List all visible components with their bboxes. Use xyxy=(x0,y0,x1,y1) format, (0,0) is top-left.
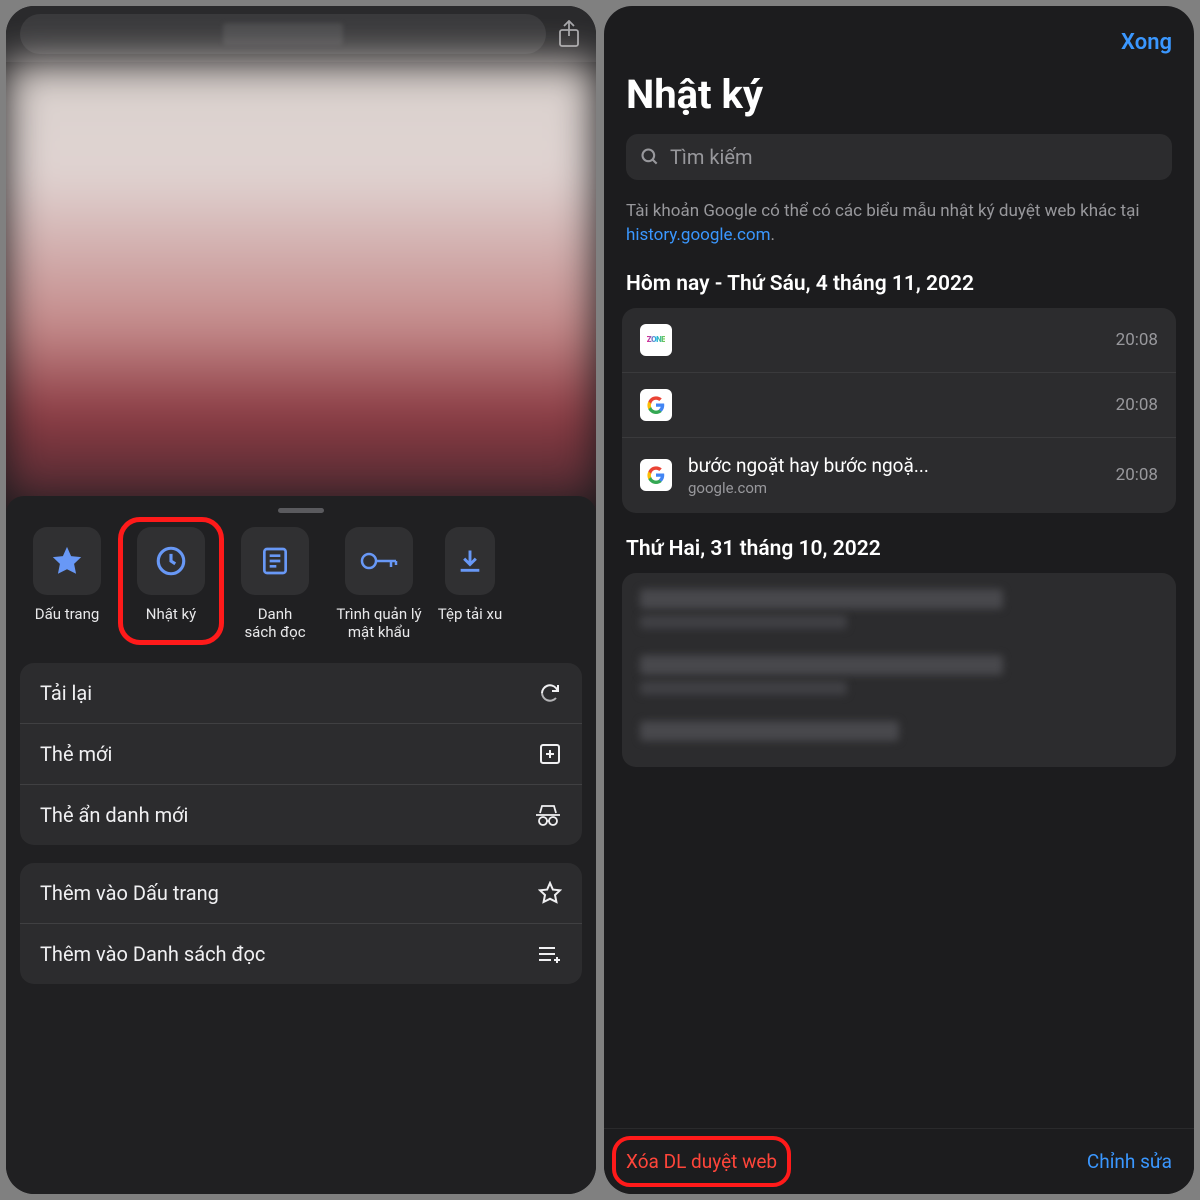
history-row-blurred[interactable] xyxy=(640,721,1158,751)
reload-icon xyxy=(538,681,562,705)
phone-right: Xong Nhật ký Tìm kiếm Tài khoản Google c… xyxy=(604,6,1194,1194)
tile-bookmarks[interactable]: Dấu trang xyxy=(24,527,110,641)
menu-label: Thẻ ẩn danh mới xyxy=(40,803,188,827)
menu-label: Tải lại xyxy=(40,681,92,705)
menu-incognito-tab[interactable]: Thẻ ẩn danh mới xyxy=(20,785,582,845)
address-field[interactable] xyxy=(20,14,546,54)
favicon-zone xyxy=(640,324,672,356)
row-title: bước ngoặt hay bước ngoặ... xyxy=(688,454,1100,477)
tile-password-manager[interactable]: Trình quản lý mật khẩu xyxy=(336,527,422,641)
menu-label: Thêm vào Danh sách đọc xyxy=(40,942,265,966)
menu-add-bookmark[interactable]: Thêm vào Dấu trang xyxy=(20,863,582,924)
bottom-toolbar: Xóa DL duyệt web Chỉnh sửa xyxy=(604,1128,1194,1194)
menu-add-reading-list[interactable]: Thêm vào Danh sách đọc xyxy=(20,924,582,984)
menu-label: Thẻ mới xyxy=(40,742,112,766)
tile-label: Nhật ký xyxy=(146,605,196,623)
info-text: Tài khoản Google có thể có các biểu mẫu … xyxy=(604,200,1194,272)
search-placeholder: Tìm kiếm xyxy=(670,145,753,169)
menu-label: Thêm vào Dấu trang xyxy=(40,881,219,905)
row-time: 20:08 xyxy=(1116,465,1158,485)
share-icon[interactable] xyxy=(556,20,582,48)
tile-label: Trình quản lý mật khẩu xyxy=(336,605,421,641)
row-subtitle: google.com xyxy=(688,479,1100,497)
star-outline-icon xyxy=(538,881,562,905)
row-time: 20:08 xyxy=(1116,330,1158,350)
edit-button[interactable]: Chỉnh sửa xyxy=(1087,1150,1172,1173)
history-card-blurred xyxy=(622,573,1176,767)
menu-reload[interactable]: Tải lại xyxy=(20,663,582,724)
tile-label: Dấu trang xyxy=(35,605,100,623)
history-row-blurred[interactable] xyxy=(640,589,1158,647)
tile-downloads[interactable]: Tệp tải xu xyxy=(440,527,500,641)
action-tiles-row: Dấu trang Nhật ký Danh sách đọc Trình qu… xyxy=(20,527,582,641)
favicon-google xyxy=(640,459,672,491)
history-row-blurred[interactable] xyxy=(640,655,1158,713)
search-icon xyxy=(640,147,660,167)
header: Xong xyxy=(604,6,1194,63)
incognito-icon xyxy=(534,803,562,827)
page-content-blur xyxy=(6,62,596,502)
tile-reading-list[interactable]: Danh sách đọc xyxy=(232,527,318,641)
url-bar xyxy=(6,6,596,62)
highlight-ring xyxy=(612,1136,791,1187)
menu-new-tab[interactable]: Thẻ mới xyxy=(20,724,582,785)
history-card-today: 20:08 20:08 bước ngoặt hay bước ngoặ... … xyxy=(622,308,1176,513)
done-button[interactable]: Xong xyxy=(1121,30,1172,55)
section-header-monday: Thứ Hai, 31 tháng 10, 2022 xyxy=(604,537,1194,573)
history-row[interactable]: 20:08 xyxy=(622,373,1176,438)
tile-history[interactable]: Nhật ký xyxy=(128,527,214,641)
menu-group-2: Thêm vào Dấu trang Thêm vào Danh sách đọ… xyxy=(20,863,582,984)
new-tab-icon xyxy=(538,742,562,766)
row-time: 20:08 xyxy=(1116,395,1158,415)
clear-browsing-data-button[interactable]: Xóa DL duyệt web xyxy=(626,1150,777,1173)
tile-label: Danh sách đọc xyxy=(244,605,305,641)
favicon-google xyxy=(640,389,672,421)
search-input[interactable]: Tìm kiếm xyxy=(626,134,1172,180)
add-to-list-icon xyxy=(536,943,562,965)
menu-group-1: Tải lại Thẻ mới Thẻ ẩn danh mới xyxy=(20,663,582,845)
page-title: Nhật ký xyxy=(604,63,1194,134)
bottom-sheet: Dấu trang Nhật ký Danh sách đọc Trình qu… xyxy=(6,496,596,1194)
tile-label: Tệp tải xu xyxy=(438,605,502,623)
sheet-grabber[interactable] xyxy=(278,508,324,513)
history-link[interactable]: history.google.com xyxy=(626,225,771,245)
history-row[interactable]: 20:08 xyxy=(622,308,1176,373)
phone-left: Dấu trang Nhật ký Danh sách đọc Trình qu… xyxy=(6,6,596,1194)
section-header-today: Hôm nay - Thứ Sáu, 4 tháng 11, 2022 xyxy=(604,272,1194,308)
history-row[interactable]: bước ngoặt hay bước ngoặ... google.com 2… xyxy=(622,438,1176,513)
